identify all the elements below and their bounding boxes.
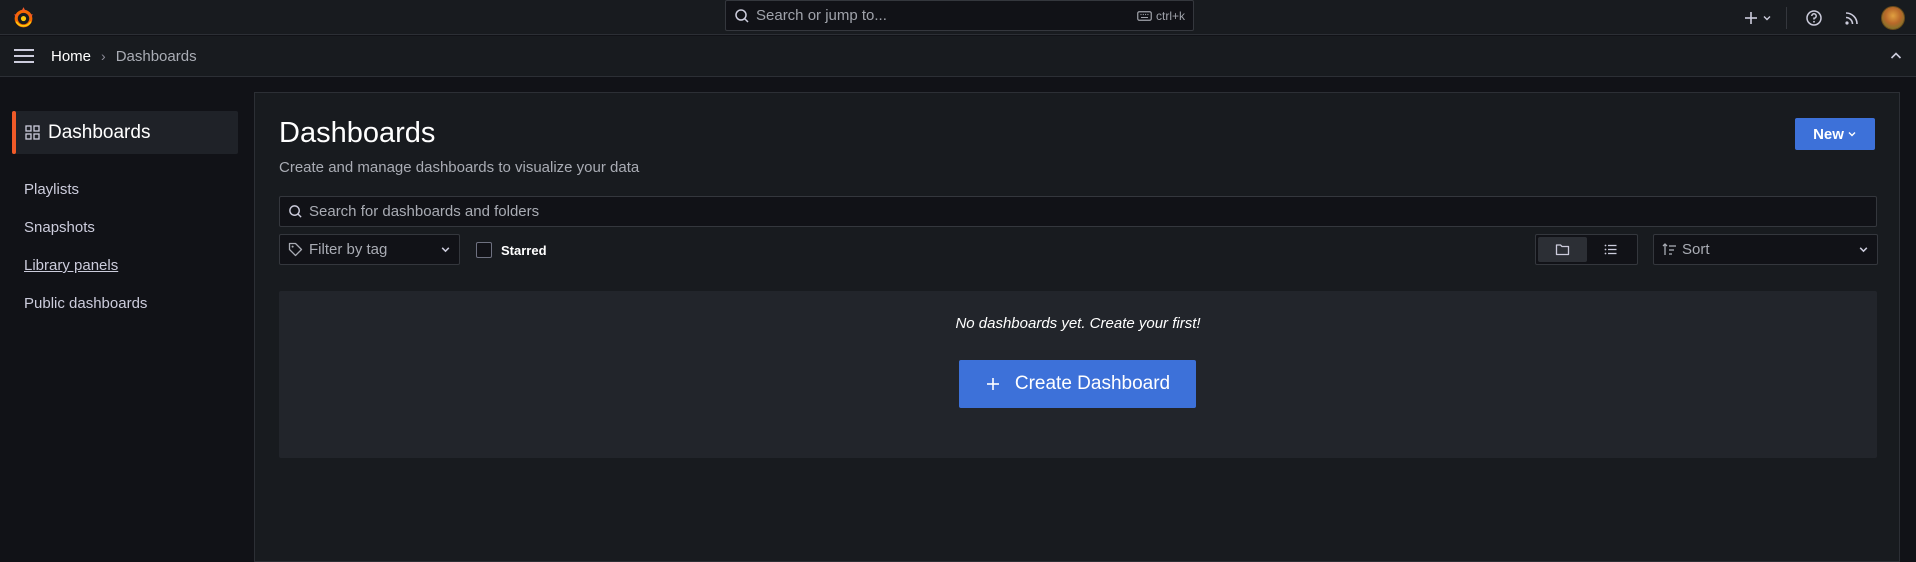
list-view-button[interactable] [1587, 237, 1636, 262]
create-dashboard-button[interactable]: Create Dashboard [959, 360, 1196, 408]
chevron-up-icon[interactable] [1889, 49, 1903, 63]
folder-icon [1555, 244, 1569, 256]
starred-label: Starred [501, 242, 547, 258]
menu-icon[interactable] [13, 47, 35, 65]
global-search-placeholder: Search or jump to... [756, 7, 887, 24]
chevron-down-icon [441, 247, 450, 253]
view-mode-toggle [1535, 234, 1638, 265]
folder-view-button[interactable] [1538, 237, 1587, 262]
starred-checkbox[interactable] [476, 242, 492, 258]
sidebar-item-dashboards[interactable]: Dashboards [12, 111, 238, 154]
top-navbar: Search or jump to... ctrl+k [0, 0, 1916, 35]
page-title: Dashboards [279, 117, 436, 149]
main-panel: Dashboards Create and manage dashboards … [254, 92, 1900, 562]
keyboard-icon [1137, 10, 1152, 21]
sidebar-item-label: Dashboards [48, 121, 151, 143]
search-icon [289, 205, 302, 218]
news-feed-icon[interactable] [1843, 9, 1861, 27]
chevron-down-icon [1763, 15, 1771, 20]
plus-icon [986, 378, 999, 390]
empty-state-message: No dashboards yet. Create your first! [955, 315, 1201, 332]
user-avatar[interactable] [1881, 5, 1905, 30]
shortcut-label: ctrl+k [1155, 8, 1185, 23]
grafana-logo-icon[interactable] [11, 5, 36, 30]
add-new-button[interactable] [1743, 10, 1772, 26]
sidebar-item-public-dashboards[interactable]: Public dashboards [24, 295, 147, 312]
tag-icon [288, 242, 303, 257]
breadcrumb-separator: › [101, 48, 106, 64]
apps-grid-icon [25, 125, 40, 140]
empty-state: No dashboards yet. Create your first! Cr… [279, 291, 1877, 458]
toolbar-divider [1786, 6, 1787, 29]
page-subtitle: Create and manage dashboards to visualiz… [279, 159, 640, 176]
sidebar-item-snapshots[interactable]: Snapshots [24, 219, 95, 236]
dashboard-search-input[interactable]: Search for dashboards and folders [279, 196, 1877, 227]
chevron-down-icon [1848, 132, 1856, 137]
starred-filter[interactable]: Starred [476, 242, 547, 258]
search-shortcut: ctrl+k [1137, 9, 1185, 23]
section-nav: Dashboards Playlists Snapshots Library p… [0, 77, 254, 549]
plus-icon [1745, 11, 1757, 24]
dashboard-search-placeholder: Search for dashboards and folders [309, 203, 540, 220]
tag-filter-placeholder: Filter by tag [309, 241, 388, 258]
new-button[interactable]: New [1795, 118, 1875, 150]
sort-amount-icon [1662, 243, 1676, 255]
chevron-down-icon [1859, 247, 1868, 253]
top-actions [1743, 0, 1916, 35]
new-button-label: New [1813, 125, 1844, 143]
help-icon[interactable] [1805, 9, 1823, 27]
sidebar-item-playlists[interactable]: Playlists [24, 181, 79, 198]
active-indicator [12, 111, 16, 154]
list-icon [1604, 244, 1617, 255]
sort-select[interactable]: Sort [1653, 234, 1878, 265]
create-dashboard-label: Create Dashboard [1014, 373, 1171, 394]
tag-filter-select[interactable]: Filter by tag [279, 234, 460, 265]
breadcrumb-current: Dashboards [115, 47, 197, 65]
breadcrumb-home-link[interactable]: Home [51, 48, 91, 65]
global-search-input[interactable]: Search or jump to... ctrl+k [725, 0, 1194, 31]
breadcrumb: Home › Dashboards [0, 36, 1916, 77]
sort-placeholder: Sort [1682, 241, 1710, 258]
sidebar-item-library-panels[interactable]: Library panels [24, 257, 118, 274]
search-icon [735, 8, 749, 23]
